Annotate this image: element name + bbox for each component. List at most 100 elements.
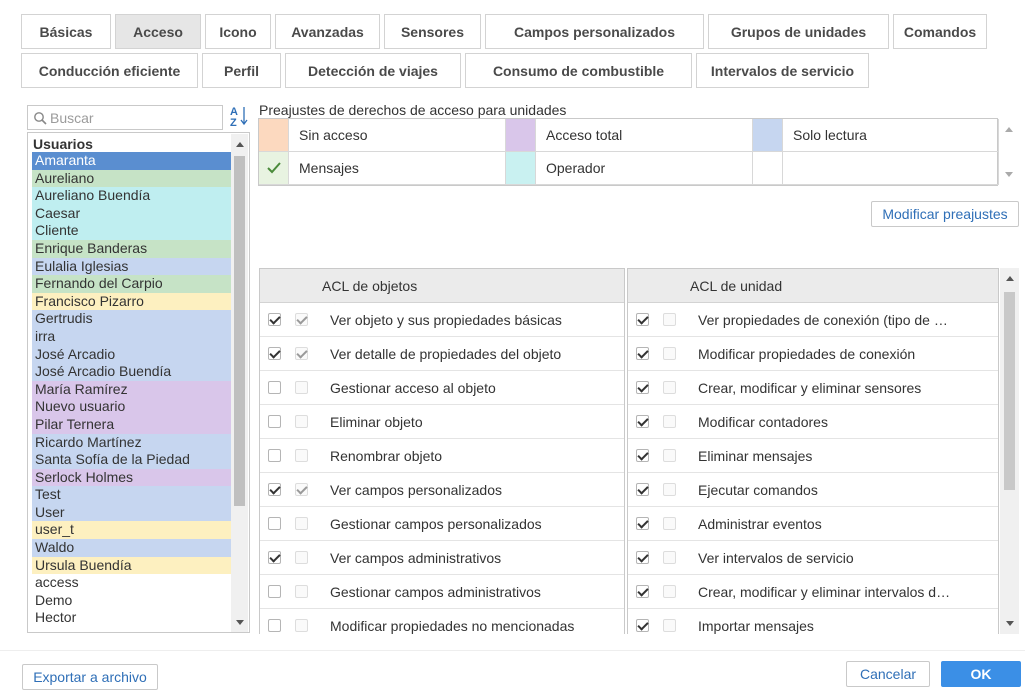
preset-swatch[interactable] [506, 152, 536, 185]
preset-label[interactable]: Mensajes [289, 152, 506, 185]
scroll-up-icon[interactable] [236, 142, 244, 147]
acl-inherit-checkbox[interactable] [663, 619, 676, 632]
export-button[interactable]: Exportar a archivo [22, 664, 158, 690]
user-list-item[interactable]: Nuevo usuario [32, 398, 232, 416]
user-list-item[interactable]: access [32, 574, 232, 592]
acl-checkbox[interactable] [268, 347, 281, 360]
tab-avanzadas[interactable]: Avanzadas [275, 14, 380, 49]
scroll-down-icon[interactable] [1006, 621, 1014, 626]
acl-inherit-checkbox[interactable] [663, 551, 676, 564]
tab-intervalos-de-servicio[interactable]: Intervalos de servicio [696, 53, 869, 88]
preset-label[interactable]: Sin acceso [289, 119, 506, 152]
acl-checkbox[interactable] [268, 415, 281, 428]
acl-inherit-checkbox[interactable] [663, 483, 676, 496]
user-list-item[interactable]: Ricardo Martínez [32, 433, 232, 452]
preset-swatch[interactable] [259, 119, 289, 152]
acl-checkbox[interactable] [636, 313, 649, 326]
user-list-item[interactable]: Serlock Holmes [32, 468, 232, 487]
acl-checkbox[interactable] [636, 517, 649, 530]
acl-checkbox[interactable] [268, 585, 281, 598]
acl-inherit-checkbox[interactable] [295, 551, 308, 564]
acl-checkbox[interactable] [636, 381, 649, 394]
preset-swatch[interactable] [259, 152, 289, 185]
tab-deteccion-de-viajes[interactable]: Detección de viajes [285, 53, 461, 88]
user-list-item[interactable]: Demo [32, 591, 232, 610]
ok-button[interactable]: OK [941, 661, 1021, 687]
tab-acceso[interactable]: Acceso [115, 14, 201, 49]
acl-inherit-checkbox[interactable] [663, 585, 676, 598]
user-list[interactable]: Usuarios Amaranta Aureliano Aureliano Buen… [27, 132, 250, 633]
acl-inherit-checkbox[interactable] [295, 415, 308, 428]
acl-checkbox[interactable] [268, 619, 281, 632]
scroll-thumb[interactable] [1004, 292, 1015, 490]
user-list-item[interactable]: Aureliano Buendía [32, 187, 232, 205]
user-list-item[interactable]: Waldo [32, 539, 232, 557]
modify-presets-button[interactable]: Modificar preajustes [871, 201, 1019, 227]
preset-swatch[interactable] [753, 152, 783, 185]
acl-inherit-checkbox[interactable] [295, 313, 308, 326]
user-list-item[interactable]: María Ramírez [32, 380, 232, 399]
tab-conduccion-eficiente[interactable]: Conducción eficiente [21, 53, 198, 88]
acl-checkbox[interactable] [636, 415, 649, 428]
acl-inherit-checkbox[interactable] [663, 449, 676, 462]
acl-inherit-checkbox[interactable] [295, 619, 308, 632]
acl-checkbox[interactable] [268, 551, 281, 564]
acl-checkbox[interactable] [636, 551, 649, 564]
acl-inherit-checkbox[interactable] [295, 585, 308, 598]
acl-inherit-checkbox[interactable] [295, 347, 308, 360]
acl-inherit-checkbox[interactable] [663, 381, 676, 394]
user-list-item[interactable]: Pilar Ternera [32, 415, 232, 434]
acl-checkbox[interactable] [268, 517, 281, 530]
tab-comandos[interactable]: Comandos [893, 14, 987, 49]
tab-sensores[interactable]: Sensores [384, 14, 481, 49]
user-list-item[interactable]: Aureliano [32, 169, 232, 188]
scroll-thumb[interactable] [234, 156, 245, 506]
acl-checkbox[interactable] [636, 585, 649, 598]
user-list-item[interactable]: Test [32, 486, 232, 504]
acl-checkbox[interactable] [268, 483, 281, 496]
presets-scrollbar[interactable] [998, 118, 1020, 186]
tab-grupos-de-unidades[interactable]: Grupos de unidades [708, 14, 889, 49]
acl-scrollbar[interactable] [1000, 268, 1019, 634]
user-list-item[interactable]: Enrique Banderas [32, 239, 232, 258]
user-list-item[interactable]: José Arcadio Buendía [32, 363, 232, 381]
acl-inherit-checkbox[interactable] [663, 313, 676, 326]
acl-inherit-checkbox[interactable] [663, 347, 676, 360]
acl-checkbox[interactable] [268, 449, 281, 462]
acl-inherit-checkbox[interactable] [663, 517, 676, 530]
tab-basicas[interactable]: Básicas [21, 14, 111, 49]
tab-icono[interactable]: Icono [205, 14, 271, 49]
user-list-item[interactable]: Gertrudis [32, 310, 232, 328]
acl-inherit-checkbox[interactable] [295, 483, 308, 496]
search-input[interactable]: Buscar [27, 105, 223, 130]
acl-checkbox[interactable] [636, 449, 649, 462]
user-list-item[interactable]: user_t [32, 521, 232, 540]
scroll-down-icon[interactable] [236, 620, 244, 625]
user-list-item[interactable]: irra [32, 327, 232, 346]
acl-checkbox[interactable] [636, 483, 649, 496]
user-list-item[interactable]: Cliente [32, 222, 232, 240]
user-list-item[interactable]: Caesar [32, 204, 232, 223]
cancel-button[interactable]: Cancelar [846, 661, 930, 687]
scroll-up-icon[interactable] [1006, 276, 1014, 281]
preset-label[interactable]: Operador [536, 152, 753, 185]
preset-label[interactable]: Solo lectura [783, 119, 999, 152]
acl-checkbox[interactable] [268, 313, 281, 326]
tab-consumo-de-combustible[interactable]: Consumo de combustible [465, 53, 692, 88]
acl-inherit-checkbox[interactable] [663, 415, 676, 428]
user-list-item[interactable]: Ursula Buendía [32, 556, 232, 575]
acl-checkbox[interactable] [636, 347, 649, 360]
preset-swatch[interactable] [753, 119, 783, 152]
user-list-scrollbar[interactable] [231, 134, 248, 632]
preset-swatch[interactable] [506, 119, 536, 152]
preset-label[interactable]: Acceso total [536, 119, 753, 152]
tab-campos-personalizados[interactable]: Campos personalizados [485, 14, 704, 49]
acl-checkbox[interactable] [268, 381, 281, 394]
preset-label[interactable] [783, 152, 999, 185]
acl-inherit-checkbox[interactable] [295, 517, 308, 530]
user-list-item[interactable]: User [32, 503, 232, 522]
user-list-item[interactable]: Amaranta [32, 152, 232, 170]
user-list-item[interactable]: José Arcadio [32, 345, 232, 364]
user-list-item[interactable]: Fernando del Carpio [32, 275, 232, 293]
scroll-up-icon[interactable] [1005, 127, 1013, 132]
